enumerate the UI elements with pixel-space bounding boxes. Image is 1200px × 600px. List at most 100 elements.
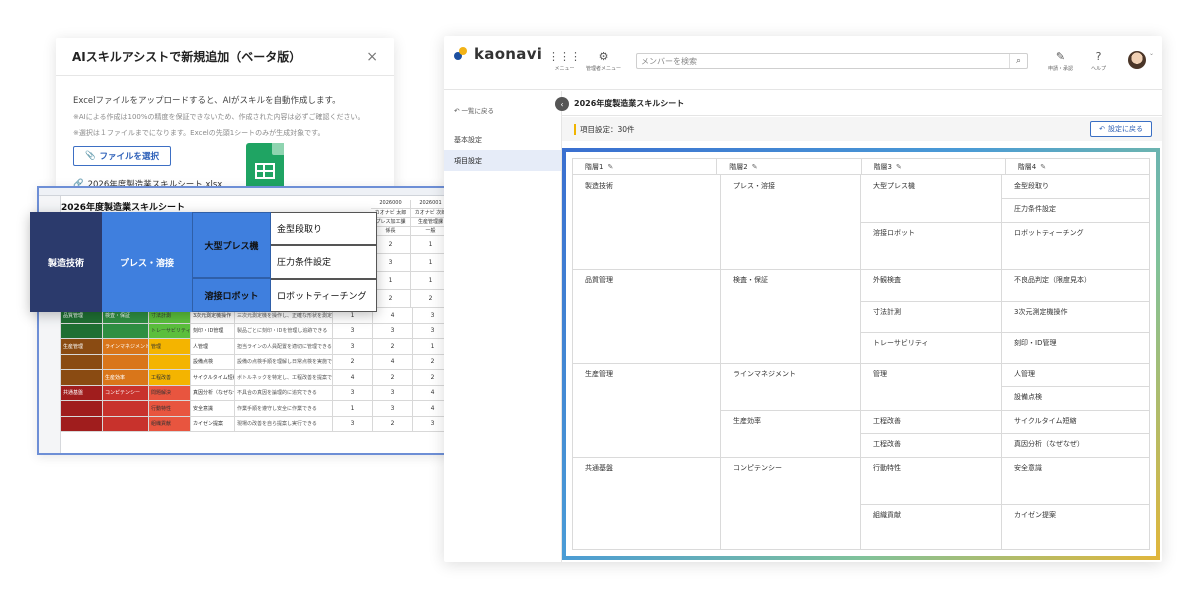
back-to-settings-button[interactable]: ↶ 設定に戻る [1090, 121, 1152, 137]
member-search-input[interactable]: メンバーを検索 ⌕ [636, 53, 1028, 69]
excel-cell-level1 [61, 370, 103, 385]
grid-cell-level4[interactable]: 金型段取り [1002, 175, 1049, 191]
menu-button[interactable]: ⋮⋮⋮ メニュー [548, 51, 581, 72]
grid-cell-level3[interactable]: 寸法計測 [861, 301, 901, 317]
excel-cell-level3: 行動特性 [149, 401, 191, 416]
chevron-down-icon[interactable]: ⌄ [1149, 50, 1154, 57]
excel-cell-level1 [61, 401, 103, 416]
grid-cell-level3[interactable]: 組織貢献 [861, 504, 901, 520]
sidebar-item-field-settings[interactable]: 項目設定 [444, 150, 561, 171]
excel-cell-score: 4 [373, 308, 413, 323]
grid-header-level1[interactable]: 階層1 ✎ [573, 159, 718, 174]
excel-value-cell: 2 [371, 236, 411, 253]
excel-cell-score: 4 [373, 354, 413, 369]
dialog-header: AIスキルアシストで新規追加（ベータ版） × [56, 38, 394, 76]
grid-cell-level4[interactable]: 安全意識 [1002, 457, 1042, 473]
grid-header-level2[interactable]: 階層2 ✎ [717, 159, 862, 174]
excel-row: 生産効率 工程改善 サイクルタイム短縮 ボトルネックを特定し、工程改善を提案できる 4 2… [61, 370, 492, 386]
field-count: 項目設定：30件 [574, 123, 635, 135]
back-to-list-link[interactable]: ↶ 一覧に戻る [444, 91, 561, 115]
grid-cell-level1[interactable]: 品質管理 [573, 269, 613, 285]
dialog-title: AIスキルアシストで新規追加（ベータ版） [72, 50, 302, 64]
grid-cell-level1[interactable]: 製造技術 [573, 175, 613, 191]
grid-cell-level3[interactable]: 行動特性 [861, 457, 901, 473]
select-file-button[interactable]: 📎 ファイルを選択 [73, 146, 171, 166]
excel-cell-level4: 設備点検 [191, 354, 235, 369]
admin-menu-button[interactable]: ⚙ 管理者メニュー [586, 51, 621, 72]
help-button[interactable]: ? ヘルプ [1091, 51, 1106, 72]
excel-cell-level3: 組織貢献 [149, 416, 191, 431]
excel-cell-score: 3 [373, 401, 413, 416]
grid-cell-level3[interactable]: 大型プレス機 [861, 175, 915, 191]
close-icon[interactable]: × [366, 49, 378, 65]
excel-column-header [39, 188, 492, 196]
pencil-icon[interactable]: ✎ [752, 163, 758, 171]
zoom-level3-b: 溶接ロボット [192, 278, 271, 312]
grid-header: 階層1 ✎ 階層2 ✎ 階層3 ✎ 階層4 ✎ [572, 158, 1150, 175]
grid-cell-level4[interactable]: カイゼン提案 [1002, 504, 1056, 520]
dialog-description: Excelファイルをアップロードすると、AIがスキルを自動作成します。 [73, 96, 341, 106]
excel-value-cell: 1 [371, 272, 411, 289]
search-icon[interactable]: ⌕ [1009, 54, 1027, 68]
grid-cell-level4[interactable]: 設備点検 [1002, 386, 1042, 402]
grid-cell-level4[interactable]: 人管理 [1002, 363, 1035, 379]
back-to-list-label: 一覧に戻る [461, 107, 495, 115]
grid-cell-level3[interactable]: 管理 [861, 363, 887, 379]
grid-cell-level4[interactable]: ロボットティーチング [1002, 222, 1084, 238]
grid-cell-level1[interactable]: 生産管理 [573, 363, 613, 379]
grid-cell-level3[interactable]: 工程改善 [861, 410, 901, 426]
excel-cell-score: 4 [333, 370, 373, 385]
excel-cell-level4: サイクルタイム短縮 [191, 370, 235, 385]
grid-cell-level3[interactable]: トレーサビリティ [861, 332, 928, 348]
apply-approve-button[interactable]: ✎ 申請・承認 [1048, 51, 1073, 72]
excel-cell-level4: 安全意識 [191, 401, 235, 416]
excel-cell-description: 担当ラインの人員配置を適切に管理できる [235, 339, 333, 354]
zoom-level4-item: 圧力条件設定 [271, 245, 377, 279]
apply-label: 申請・承認 [1048, 66, 1074, 72]
grid-cell-level2[interactable]: プレス・溶接 [721, 175, 775, 191]
paperclip-icon: 📎 [84, 151, 96, 161]
collapse-chevron-icon[interactable]: ‹ [555, 97, 569, 111]
excel-cell-level2: 生産効率 [103, 370, 149, 385]
kaonavi-logo[interactable]: kaonavi [454, 45, 542, 63]
grid-cell-level4[interactable]: 不良品判定（限度見本） [1002, 269, 1091, 285]
avatar[interactable] [1128, 51, 1146, 69]
grid-header-level4[interactable]: 階層4 ✎ [1006, 159, 1149, 174]
excel-cell-level1: 共通基盤 [61, 385, 103, 400]
zoom-level4: 金型段取り 圧力条件設定 ロボットティーチング [271, 212, 377, 312]
grid-cell-level4[interactable]: サイクルタイム短縮 [1002, 410, 1077, 426]
pencil-icon[interactable]: ✎ [1040, 163, 1046, 171]
grid-cell-level2[interactable]: ラインマネジメント [721, 363, 796, 379]
excel-cell-score: 3 [333, 323, 373, 338]
pencil-icon[interactable]: ✎ [896, 163, 902, 171]
settings-subbar: 項目設定：30件 ↶ 設定に戻る [562, 117, 1162, 141]
grid-cell-level2[interactable]: 検査・保証 [721, 269, 768, 285]
grid-cell-level4[interactable]: 3次元測定機操作 [1002, 301, 1067, 317]
excel-cell-level2: ラインマネジメント [103, 339, 149, 354]
pencil-icon[interactable]: ✎ [607, 163, 613, 171]
return-icon: ↶ [454, 107, 460, 115]
grid-cell-level4[interactable]: 真因分析（なぜなぜ） [1002, 433, 1084, 449]
grid-cell-level1[interactable]: 共通基盤 [573, 457, 613, 473]
excel-cell-description: 現場の改善を自ら提案し実行できる [235, 416, 333, 431]
zoom-level3: 大型プレス機 溶接ロボット [192, 212, 271, 312]
grid-cell-level3[interactable]: 工程改善 [861, 433, 901, 449]
grid-header-level3[interactable]: 階層3 ✎ [862, 159, 1006, 174]
excel-cell-score: 3 [333, 416, 373, 431]
excel-cell-score: 2 [373, 370, 413, 385]
help-label: ヘルプ [1091, 66, 1107, 72]
excel-cell-level4: 真因分析（なぜなぜ） [191, 385, 235, 400]
grid-cell-level4[interactable]: 刻印・ID管理 [1002, 332, 1056, 348]
excel-row: トレーサビリティ 刻印・ID管理 製品ごとに刻印・IDを管理し追跡できる 3 3 3 [61, 323, 492, 339]
grid-cell-level3[interactable]: 溶接ロボット [861, 222, 915, 238]
sidebar-item-basic-settings[interactable]: 基本設定 [444, 129, 561, 150]
menu-label: メニュー [554, 66, 575, 72]
grid-cell-level4[interactable]: 圧力条件設定 [1002, 198, 1056, 214]
generated-skill-grid-frame: 階層1 ✎ 階層2 ✎ 階層3 ✎ 階層4 ✎ 製造技術 品質管理 生産管理 共通基盤 [562, 148, 1160, 560]
zoom-level1: 製造技術 [30, 212, 102, 312]
grid-cell-level2[interactable]: コンピテンシー [721, 457, 782, 473]
grid-cell-level3[interactable]: 外観検査 [861, 269, 901, 285]
excel-cell-level2 [103, 323, 149, 338]
grid-cell-level2[interactable]: 生産効率 [721, 410, 761, 426]
logo-text: kaonavi [474, 45, 543, 63]
